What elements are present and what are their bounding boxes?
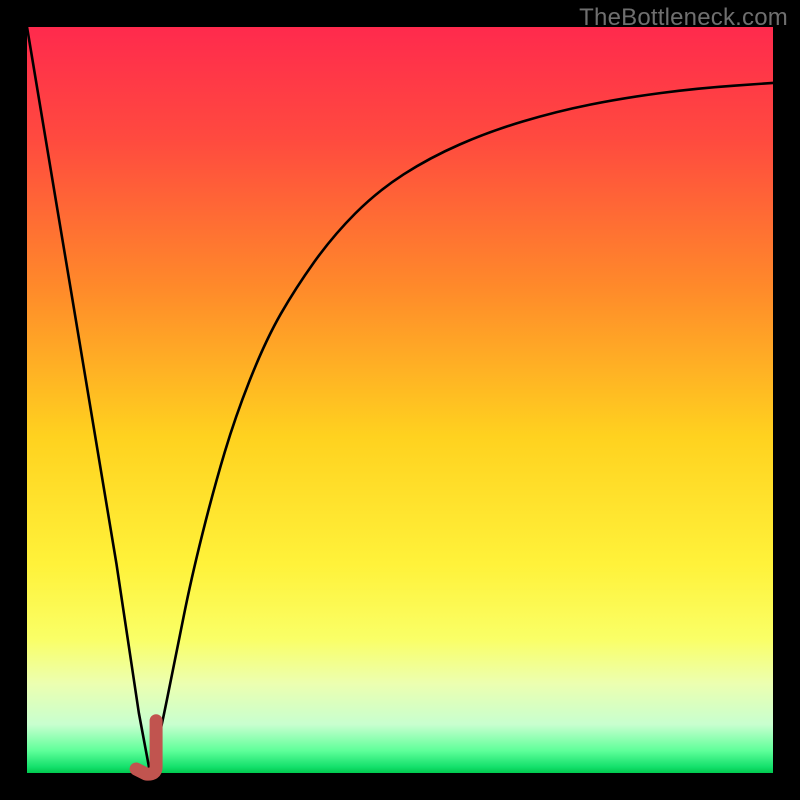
curve-layer — [27, 27, 773, 773]
watermark-text: TheBottleneck.com — [579, 4, 788, 32]
left-branch-line — [27, 27, 150, 773]
plot-area — [27, 27, 773, 773]
right-branch-line — [150, 83, 773, 773]
chart-frame: TheBottleneck.com — [0, 0, 800, 800]
